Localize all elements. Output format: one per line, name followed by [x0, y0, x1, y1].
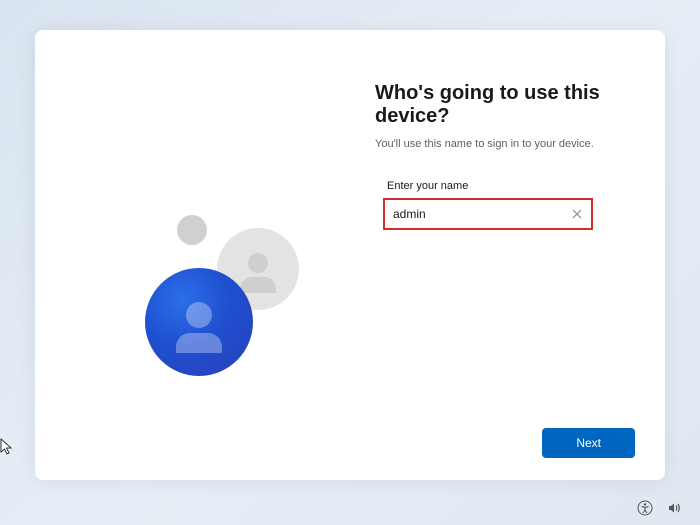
clear-input-button[interactable] [569, 206, 585, 222]
name-field-label: Enter your name [387, 180, 635, 192]
mouse-cursor-icon [0, 438, 14, 461]
illustration-pane [35, 30, 365, 480]
accessibility-button[interactable] [636, 499, 654, 517]
system-tray [636, 499, 684, 517]
form-pane: Who's going to use this device? You'll u… [365, 30, 665, 480]
decorative-circle [177, 215, 207, 245]
name-input[interactable] [387, 202, 569, 226]
next-button[interactable]: Next [542, 428, 635, 458]
name-input-highlight [383, 198, 593, 230]
volume-button[interactable] [666, 499, 684, 517]
page-subtitle: You'll use this name to sign in to your … [375, 138, 635, 150]
accessibility-icon [637, 500, 653, 516]
person-icon-blue [145, 268, 253, 376]
setup-dialog: Who's going to use this device? You'll u… [35, 30, 665, 480]
volume-icon [667, 500, 683, 516]
page-title: Who's going to use this device? [375, 82, 635, 128]
close-icon [572, 209, 582, 219]
